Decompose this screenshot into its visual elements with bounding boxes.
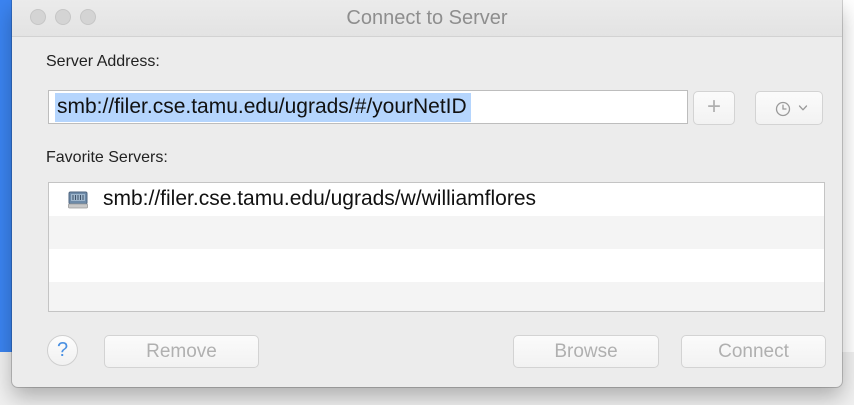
server-icon <box>68 191 88 209</box>
server-address-input[interactable]: smb://filer.cse.tamu.edu/ugrads/#/yourNe… <box>48 90 688 124</box>
favorite-servers-list[interactable]: smb://filer.cse.tamu.edu/ugrads/w/willia… <box>48 182 825 312</box>
favorite-server-label: smb://filer.cse.tamu.edu/ugrads/w/willia… <box>103 187 536 210</box>
title-bar[interactable]: Connect to Server <box>12 0 842 37</box>
screen: Connect to Server Server Address: smb://… <box>0 0 854 405</box>
add-favorite-button[interactable]: + <box>693 91 735 125</box>
window-title: Connect to Server <box>346 7 508 29</box>
list-item-empty <box>49 216 824 249</box>
recent-servers-button[interactable] <box>755 91 823 125</box>
chevron-down-icon <box>798 105 808 111</box>
connect-to-server-dialog: Connect to Server Server Address: smb://… <box>12 0 842 387</box>
list-item-empty <box>49 282 824 311</box>
server-address-label: Server Address: <box>46 53 160 70</box>
browse-button[interactable]: Browse <box>513 335 659 368</box>
list-item-empty <box>49 249 824 282</box>
help-button[interactable]: ? <box>47 335 78 366</box>
list-item[interactable]: smb://filer.cse.tamu.edu/ugrads/w/willia… <box>49 183 824 216</box>
server-address-value[interactable]: smb://filer.cse.tamu.edu/ugrads/#/yourNe… <box>55 93 471 122</box>
clock-icon <box>775 101 791 117</box>
favorite-servers-label: Favorite Servers: <box>46 149 168 166</box>
remove-button[interactable]: Remove <box>104 335 259 368</box>
connect-button[interactable]: Connect <box>681 335 826 368</box>
